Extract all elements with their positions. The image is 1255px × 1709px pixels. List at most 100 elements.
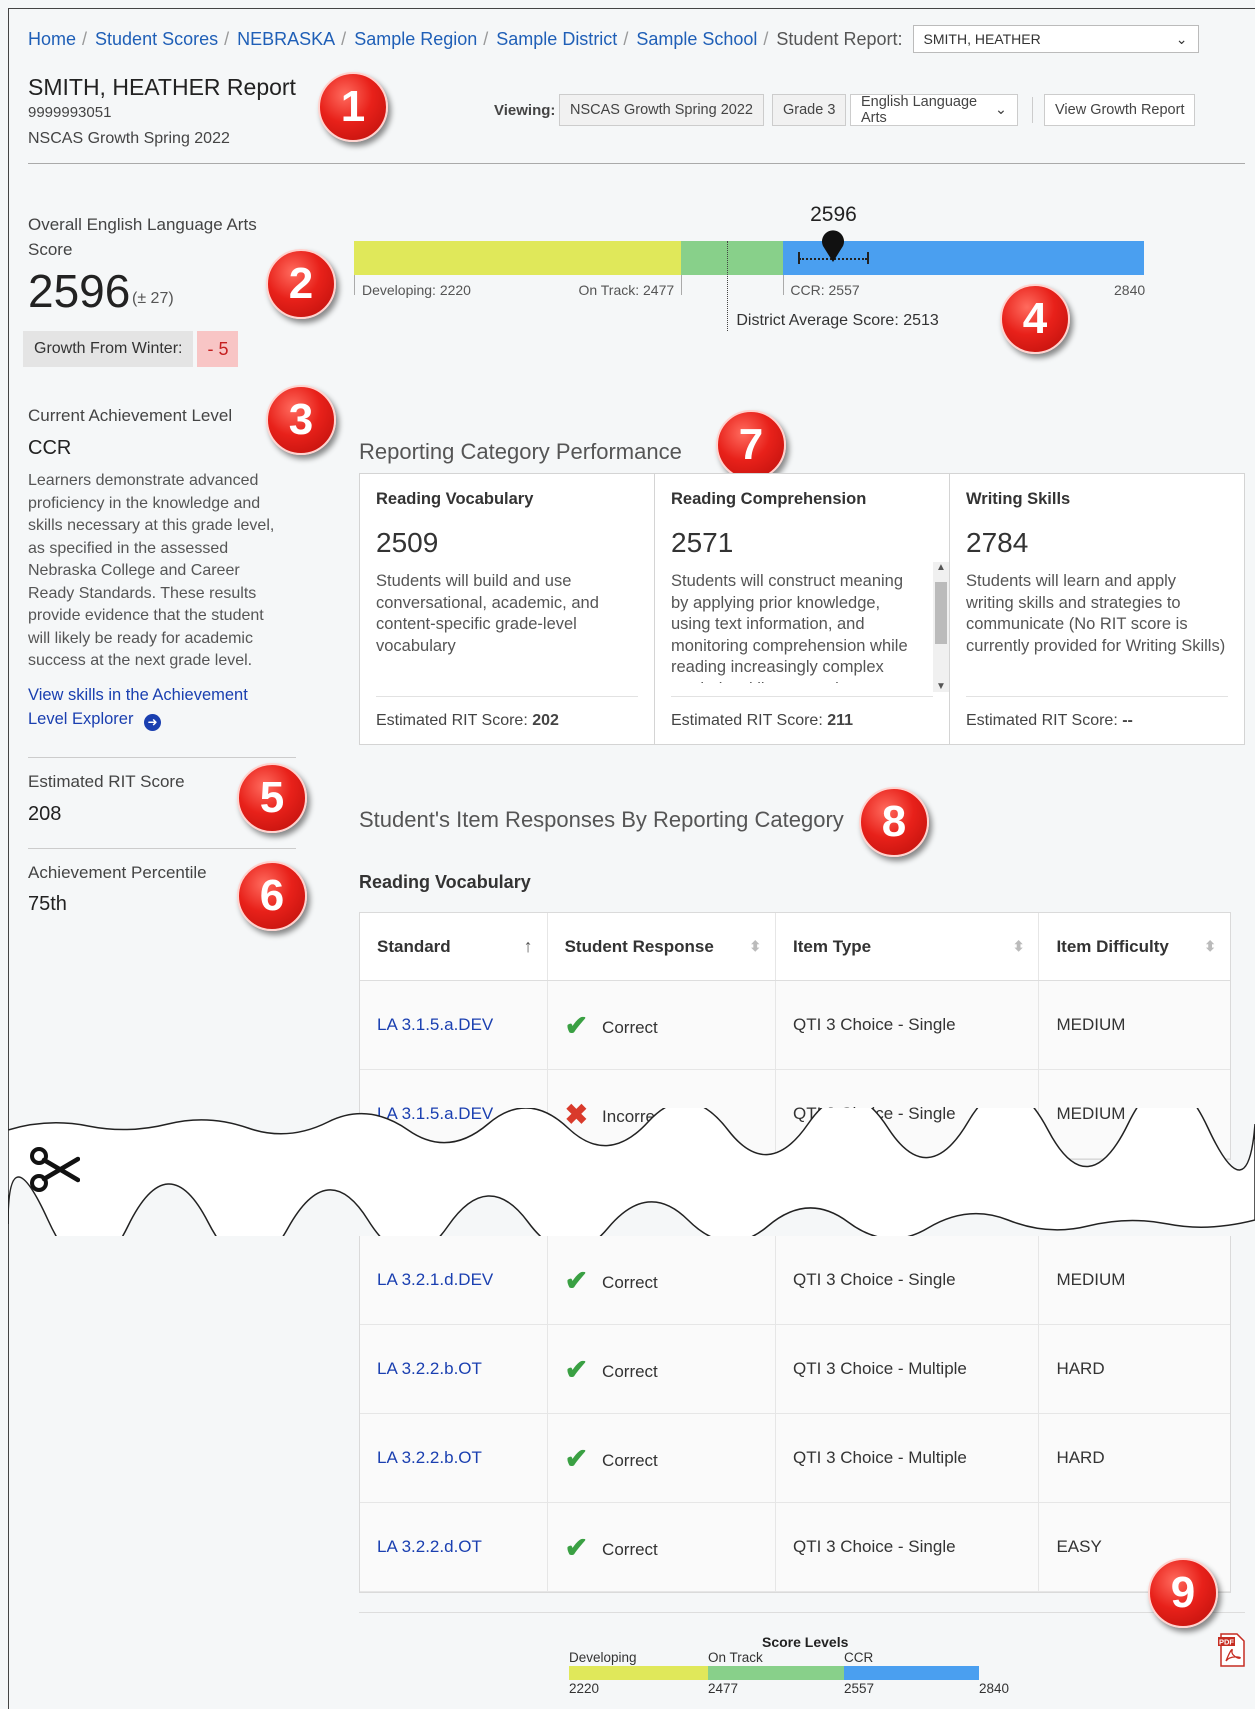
column-header-item-difficulty[interactable]: Item Difficulty ⬍ [1039, 913, 1230, 980]
page-title: SMITH, HEATHER Report [28, 74, 296, 100]
response-text: Correct [602, 1018, 658, 1037]
item-type-text: QTI 3 Choice - Single [793, 1270, 956, 1289]
overall-score-label: Overall English Language Arts Score [28, 215, 257, 259]
category-name: Reading Comprehension [671, 490, 867, 508]
tick-label-max: 2840 [1114, 282, 1146, 298]
cell-standard: LA 3.2.2.b.OT [360, 1414, 548, 1502]
achievement-percentile-label: Achievement Percentile [28, 863, 207, 882]
item-responses-title: Student's Item Responses By Reporting Ca… [359, 807, 844, 832]
scroll-up-icon[interactable]: ▲ [933, 562, 949, 573]
item-type-text: QTI 3 Choice - Multiple [793, 1359, 967, 1378]
breadcrumb-region[interactable]: Sample Region [354, 29, 477, 50]
sort-ascending-icon[interactable]: ↑ [524, 936, 533, 957]
viewing-grade-chip: Grade 3 [772, 94, 847, 126]
score-bar-developing [354, 241, 682, 275]
column-header-student-response[interactable]: Student Response ⬍ [548, 913, 777, 980]
legend-value: 2220 [569, 1681, 600, 1696]
cell-response: ✔ Correct [548, 1236, 777, 1324]
sort-icon[interactable]: ⬍ [1204, 938, 1216, 955]
category-score: 2784 [966, 527, 1029, 558]
table-row: LA 3.2.2.b.OT ✔ Correct QTI 3 Choice - Mult… [360, 1414, 1230, 1503]
category-description: Students will learn and apply writing sk… [966, 572, 1226, 655]
reporting-category-title: Reporting Category Performance [359, 439, 682, 464]
divider [28, 757, 296, 758]
difficulty-text: MEDIUM [1056, 1270, 1126, 1289]
legend-swatch-developing [569, 1666, 708, 1680]
breadcrumb-home[interactable]: Home [28, 29, 76, 50]
legend-value: 2557 [844, 1681, 875, 1696]
callout-badge: 4 [1000, 284, 1070, 354]
view-growth-report-button[interactable]: View Growth Report [1044, 94, 1196, 126]
viewing-label: Viewing: [494, 102, 556, 119]
category-rit: Estimated RIT Score: 211 [671, 696, 933, 744]
callout-badge: 5 [237, 763, 307, 833]
growth-label: Growth From Winter: [23, 331, 194, 367]
checkmark-icon: ✔ [564, 1353, 589, 1385]
standard-link[interactable]: LA 3.2.2.b.OT [377, 1359, 482, 1379]
sort-icon[interactable]: ⬍ [749, 938, 761, 955]
column-header-standard[interactable]: Standard ↑ [360, 913, 548, 980]
growth-indicator: Growth From Winter: - 5 [23, 331, 239, 367]
response-text: Correct [602, 1362, 658, 1381]
achievement-level-description: Learners demonstrate advanced proficienc… [28, 472, 275, 669]
legend-value: 2477 [708, 1681, 739, 1696]
error-band-high-cap [866, 252, 869, 264]
sort-icon[interactable]: ⬍ [1013, 938, 1025, 955]
category-name: Reading Vocabulary [376, 490, 534, 508]
test-name: NSCAS Growth Spring 2022 [28, 130, 230, 147]
estimated-rit-value: 208 [28, 803, 62, 825]
breadcrumb-state[interactable]: NEBRASKA [237, 29, 335, 50]
breadcrumb: Home / Student Scores / NEBRASKA / Sample R… [28, 25, 1199, 53]
category-card: Reading Comprehension 2571 Students will… [655, 474, 950, 744]
legend-title: Score Levels [762, 1634, 849, 1650]
overall-score-margin: (± 27) [132, 290, 174, 307]
tick-line [783, 275, 785, 295]
cell-response: ✔ Correct [548, 1414, 777, 1502]
viewing-test-chip: NSCAS Growth Spring 2022 [559, 94, 764, 126]
response-text: Correct [602, 1451, 658, 1470]
breadcrumb-student-scores[interactable]: Student Scores [95, 29, 218, 50]
pdf-icon[interactable]: PDF [1218, 1633, 1246, 1667]
callout-badge: 8 [859, 787, 929, 857]
achievement-level-value: CCR [28, 437, 72, 459]
callout-badge: 2 [266, 249, 336, 319]
category-rit-label: Estimated RIT Score: [671, 711, 823, 729]
cell-difficulty: MEDIUM [1039, 981, 1230, 1069]
response-text: Correct [602, 1540, 658, 1559]
standard-link[interactable]: LA 3.1.5.a.DEV [377, 1015, 493, 1035]
callout-badge: 9 [1148, 1558, 1218, 1628]
cell-standard: LA 3.2.2.d.OT [360, 1503, 548, 1591]
divider [28, 848, 296, 849]
achievement-explorer-link-text[interactable]: View skills in the Achievement Level Exp… [28, 686, 248, 728]
item-type-text: QTI 3 Choice - Multiple [793, 1448, 967, 1467]
item-responses-subtitle: Reading Vocabulary [359, 872, 531, 892]
subject-select[interactable]: English Language Arts ⌄ [850, 94, 1018, 126]
category-rit-value: 202 [532, 711, 559, 729]
difficulty-text: HARD [1056, 1448, 1105, 1467]
table-row: LA 3.2.1.d.DEV ✔ Correct QTI 3 Choice - Sin… [360, 1236, 1230, 1325]
checkmark-icon: ✔ [564, 1009, 589, 1041]
cell-item-type: QTI 3 Choice - Multiple [776, 1414, 1040, 1502]
breadcrumb-school[interactable]: Sample School [636, 29, 757, 50]
table-row: LA 3.2.2.d.OT ✔ Correct QTI 3 Choice - Sing… [360, 1503, 1230, 1592]
score-levels-legend: Developing On Track CCR 2220 2477 2557 2… [569, 1650, 1009, 1696]
achievement-explorer-link[interactable]: View skills in the Achievement Level Exp… [28, 683, 290, 731]
difficulty-text: HARD [1056, 1359, 1105, 1378]
scroll-thumb[interactable] [935, 582, 947, 644]
callout-badge: 3 [266, 385, 336, 455]
student-select[interactable]: SMITH, HEATHER ⌄ [912, 25, 1199, 53]
category-rit-value: -- [1122, 711, 1133, 729]
standard-link[interactable]: LA 3.2.1.d.DEV [377, 1270, 493, 1290]
legend-swatch-ccr [844, 1666, 979, 1680]
cell-item-type: QTI 3 Choice - Single [776, 981, 1040, 1069]
breadcrumb-district[interactable]: Sample District [496, 29, 617, 50]
standard-link[interactable]: LA 3.2.2.b.OT [377, 1448, 482, 1468]
cell-difficulty: MEDIUM [1039, 1236, 1230, 1324]
score-marker-icon [822, 230, 845, 262]
standard-link[interactable]: LA 3.2.2.d.OT [377, 1537, 482, 1557]
column-header-item-type[interactable]: Item Type ⬍ [776, 913, 1040, 980]
category-score: 2509 [376, 527, 439, 558]
scroll-down-icon[interactable]: ▼ [933, 681, 949, 692]
score-marker-label: 2596 [810, 203, 857, 226]
description-scrollbar[interactable]: ▲ ▼ [933, 562, 949, 692]
